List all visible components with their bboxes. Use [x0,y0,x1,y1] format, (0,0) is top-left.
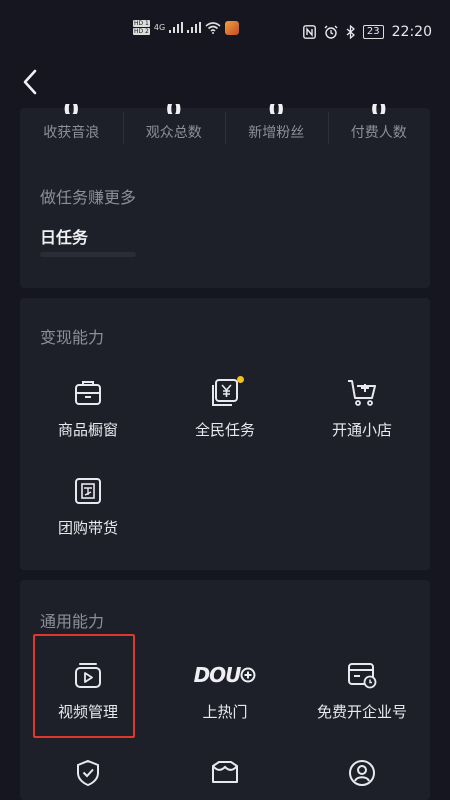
clock: 22:20 [391,24,432,40]
item-label: 团购带货 [57,519,118,537]
daily-task-link[interactable]: 日任务 [40,224,88,248]
open-shop-button[interactable]: 开通小店 [294,376,430,440]
income-overview-card: 0 收获音浪 0 观众总数 0 新增粉丝 0 付费人数 做任务赚更多 日任务 [20,104,431,288]
enterprise-account-button[interactable]: 免费开企业号 [294,658,430,722]
cart-add-icon [348,380,376,406]
daily-task-progress [40,252,136,257]
stat-new-fans[interactable]: 0 新增粉丝 [225,104,328,158]
shield-check-icon [77,759,99,787]
stat-label: 付费人数 [350,125,407,141]
nfc-icon [303,25,316,39]
stat-label: 收获音浪 [43,125,100,141]
storefront-icon [75,381,101,405]
stat-value: 0 [123,104,226,114]
app-notification-icon [225,20,240,35]
stat-label: 观众总数 [145,125,202,141]
item-label: 上热门 [202,703,248,721]
dou-plus-button[interactable]: DOU 上热门 [157,658,293,722]
group-buy-icon [75,478,101,504]
national-task-button[interactable]: 全民任务 [157,376,293,440]
tasks-title: 做任务赚更多 [40,188,137,207]
battery-indicator: 23 [362,25,384,39]
gift-button[interactable] [157,756,293,790]
general-capabilities-card: 通用能力 视频管理 DOU 上热门 免费开企业号 [20,580,430,800]
group-buy-button[interactable]: 团购带货 [20,474,156,538]
signal-icon-2 [187,22,202,33]
signal-indicators: HD 1 HD 2 4G [133,20,240,35]
video-manage-button[interactable]: 视频管理 [20,658,156,722]
signal-icon [169,22,184,33]
video-manage-icon [75,663,101,688]
gift-box-icon [212,761,238,783]
security-button[interactable] [20,756,156,790]
item-label: 全民任务 [194,421,255,439]
back-button[interactable] [16,68,44,96]
stat-viewers[interactable]: 0 观众总数 [122,104,226,158]
enterprise-icon [348,663,377,689]
sim1-badge: HD 1 [133,20,150,27]
item-label: 开通小店 [331,421,392,439]
general-title: 通用能力 [40,612,105,631]
stat-value: 0 [328,104,431,114]
stat-value: 0 [20,104,123,114]
storefront-button[interactable]: 商品橱窗 [20,376,156,440]
sim2-badge: HD 2 [133,28,150,35]
dou-plus-icon: DOU [194,663,257,687]
network-label: 4G [153,23,166,32]
user-circle-icon [349,760,375,786]
new-badge-dot [237,376,244,383]
stat-value: 0 [225,104,328,114]
alarm-icon [324,25,338,39]
stat-income[interactable]: 0 收获音浪 [20,104,123,158]
item-label: 商品橱窗 [57,421,118,439]
monetize-title: 变现能力 [40,328,105,347]
dou-plus-logo-text: DOU [193,663,242,687]
profile-button[interactable] [294,756,430,790]
status-bar: HD 1 HD 2 4G 23 22:20 [0,0,450,62]
stat-label: 新增粉丝 [248,125,305,141]
stats-row: 0 收获音浪 0 观众总数 0 新增粉丝 0 付费人数 [20,104,431,158]
item-label: 视频管理 [57,703,118,721]
bluetooth-icon [346,25,355,39]
task-yen-icon [212,379,238,406]
plus-circle-icon [240,667,256,683]
chevron-left-icon [23,69,37,95]
item-label: 免费开企业号 [316,703,407,721]
wifi-icon [205,21,221,34]
stat-payers[interactable]: 0 付费人数 [327,104,431,158]
monetization-card: 变现能力 商品橱窗 全民任务 开通小店 团购带货 [20,298,430,570]
